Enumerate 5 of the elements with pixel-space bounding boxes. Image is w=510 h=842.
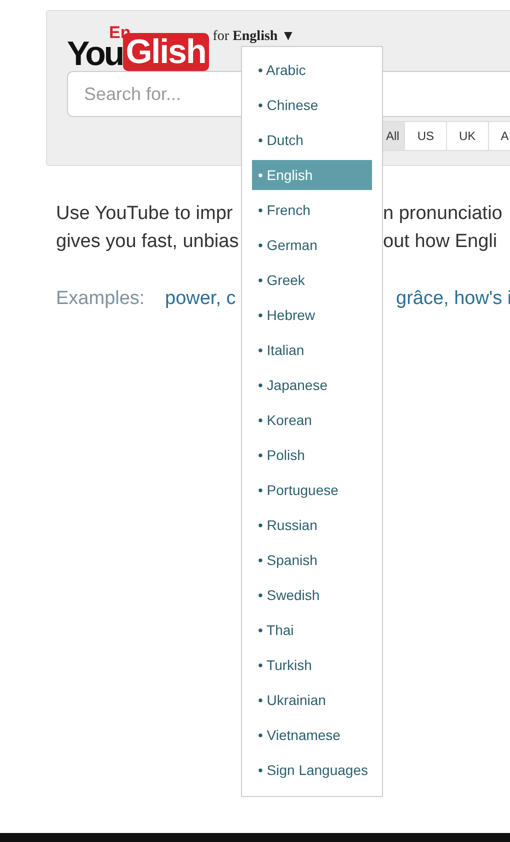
description-text: gives you fast, unbias <box>56 231 239 252</box>
description-text: n pronunciatio <box>383 202 502 226</box>
examples-label: Examples: <box>56 288 145 309</box>
description-text: out how Engli <box>383 230 498 254</box>
description-text: Use YouTube to impr <box>56 203 233 224</box>
